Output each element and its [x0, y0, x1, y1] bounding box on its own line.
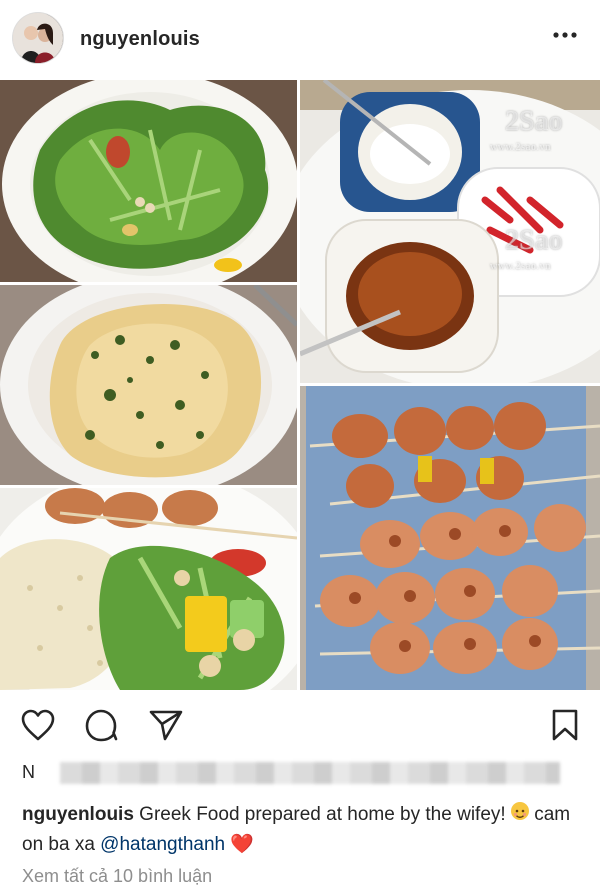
heart-icon[interactable]	[20, 708, 56, 742]
post-caption: nguyenlouis Greek Food prepared at home …	[22, 800, 582, 860]
caption-username[interactable]: nguyenlouis	[22, 804, 134, 825]
more-horizontal-icon[interactable]	[552, 30, 578, 40]
watermark-logo: 2Sao	[505, 106, 563, 137]
post-actions	[0, 700, 600, 750]
plated-meal-photo	[0, 488, 297, 690]
mention-link[interactable]: @hatangthanh	[100, 834, 225, 855]
shrimp-skewers-photo	[300, 386, 600, 690]
comment-icon[interactable]	[84, 708, 120, 742]
caption-text: Greek Food prepared at home by the wifey…	[133, 804, 511, 825]
post-image-collage[interactable]: 2Sao www.2sao.vn 2Sao www.2sao.vn	[0, 80, 600, 690]
send-icon[interactable]	[148, 708, 184, 742]
post-header: nguyenlouis	[0, 0, 600, 78]
sauces-photo: 2Sao www.2sao.vn 2Sao www.2sao.vn	[300, 80, 600, 383]
blurred-likes-text	[60, 762, 560, 784]
bookmark-icon[interactable]	[550, 708, 580, 742]
couscous-photo	[0, 285, 297, 485]
avatar[interactable]	[13, 13, 63, 63]
salad-photo	[0, 80, 297, 282]
red-heart-emoji-icon: ❤️	[230, 834, 255, 855]
watermark-url-2: www.2sao.vn	[490, 261, 552, 272]
post-username[interactable]: nguyenlouis	[80, 28, 200, 51]
smiling-face-emoji-icon	[510, 802, 529, 820]
likes-count[interactable]: N	[22, 762, 582, 784]
view-all-comments-link[interactable]: Xem tất cả 10 bình luận	[22, 866, 212, 887]
watermark-url: www.2sao.vn	[490, 142, 552, 153]
likes-prefix: N	[22, 762, 35, 782]
watermark-logo-2: 2Sao	[505, 225, 563, 256]
